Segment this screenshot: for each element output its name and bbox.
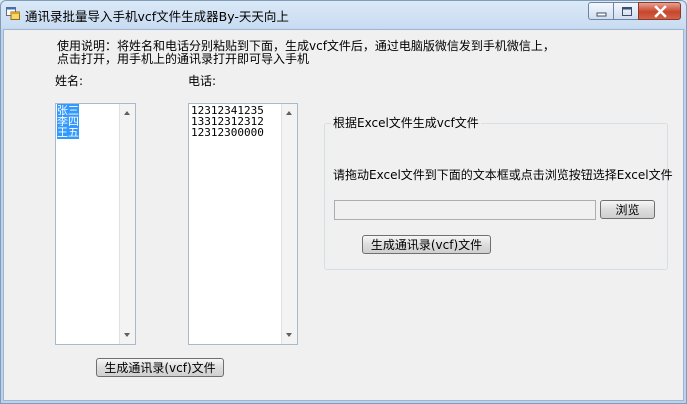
maximize-button[interactable] [613, 2, 639, 20]
scroll-up-icon[interactable] [285, 109, 293, 117]
title-bar[interactable]: 通讯录批量导入手机vcf文件生成器By-天天向上 [1, 1, 686, 29]
phone-item: 12312300000 [191, 126, 264, 139]
minimize-button[interactable] [588, 2, 614, 20]
client-area: 使用说明：将姓名和电话分别粘贴到下面，生成vcf文件后，通过电脑版微信发到手机微… [3, 29, 684, 401]
browse-button[interactable]: 浏览 [600, 200, 655, 219]
excel-hint: 请拖动Excel文件到下面的文本框或点击浏览按钮选择Excel文件 [333, 168, 673, 182]
minimize-icon [596, 12, 607, 17]
scroll-up-icon[interactable] [123, 109, 131, 117]
phones-content: 12312341235 13312312312 12312300000 [191, 105, 281, 343]
excel-file-input[interactable] [334, 200, 596, 220]
phones-label: 电话: [188, 74, 217, 88]
phones-textbox[interactable]: 12312341235 13312312312 12312300000 [188, 103, 298, 345]
names-content: 张三 李四 王五 [57, 104, 119, 343]
excel-generate-vcf-button[interactable]: 生成通讯录(vcf)文件 [362, 235, 491, 254]
app-window: 通讯录批量导入手机vcf文件生成器By-天天向上 使用说明：将姓名和电话分别粘贴… [0, 0, 687, 404]
names-label: 姓名: [55, 74, 84, 88]
phones-scrollbar[interactable] [281, 104, 297, 344]
window-title: 通讯录批量导入手机vcf文件生成器By-天天向上 [25, 9, 289, 24]
names-scrollbar[interactable] [119, 104, 135, 344]
instructions-line-2: 点击打开，用手机上的通讯录打开即可导入手机 [57, 52, 310, 66]
maximize-icon [622, 7, 632, 16]
close-icon [654, 5, 667, 18]
generate-vcf-button[interactable]: 生成通讯录(vcf)文件 [96, 358, 224, 377]
app-icon [6, 7, 20, 20]
scroll-down-icon[interactable] [285, 331, 293, 339]
close-button[interactable] [638, 2, 681, 20]
excel-group-title: 根据Excel文件生成vcf文件 [331, 114, 481, 131]
scroll-down-icon[interactable] [123, 331, 131, 339]
names-textbox[interactable]: 张三 李四 王五 [55, 103, 136, 345]
name-item: 王五 [57, 126, 79, 139]
